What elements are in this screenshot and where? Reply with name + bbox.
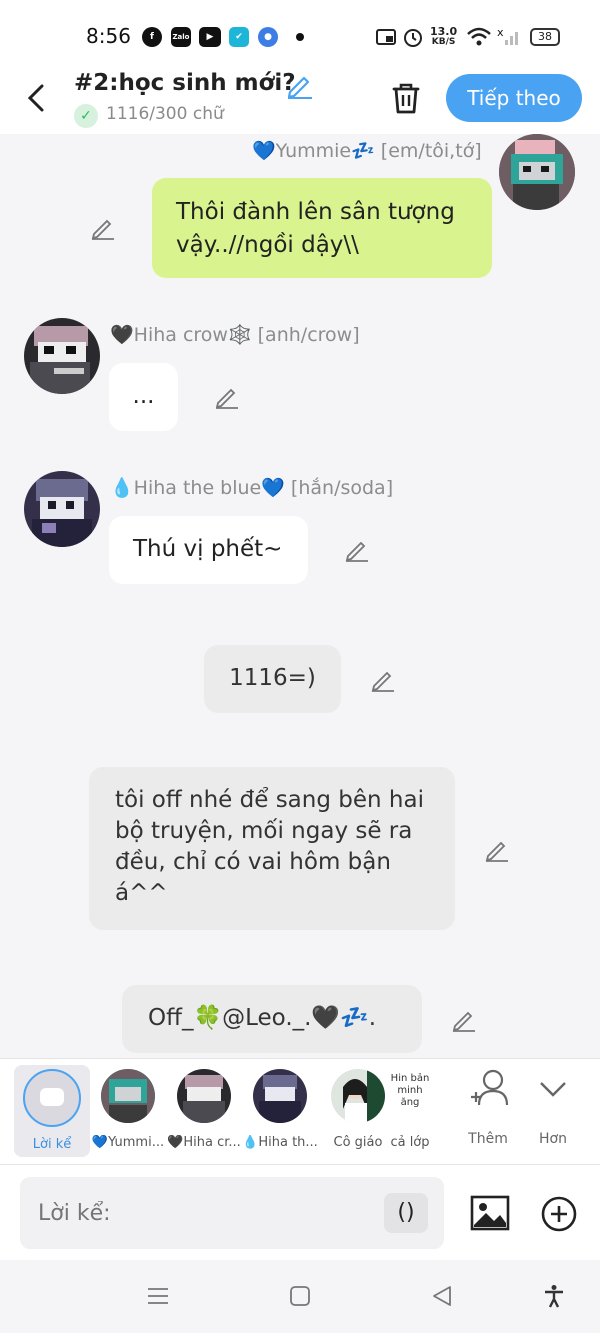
message-text: tôi off nhé để sang bên hai bộ truyện, m… bbox=[115, 787, 424, 906]
parentheses-button[interactable]: () bbox=[384, 1193, 428, 1233]
message-text: Thôi đành lên sân tượng vậy..//ngồi dậy\… bbox=[176, 199, 455, 258]
avatar-yummie-small bbox=[101, 1069, 155, 1123]
page-title: #2:học sinh mới? bbox=[74, 70, 296, 96]
narration-bubble[interactable]: tôi off nhé để sang bên hai bộ truyện, m… bbox=[89, 767, 455, 930]
plus-circle-icon[interactable] bbox=[540, 1195, 578, 1233]
character-class[interactable]: Hin bản minh ăng cả lớp bbox=[380, 1069, 440, 1150]
avatar bbox=[177, 1069, 231, 1123]
narration-input[interactable] bbox=[20, 1177, 444, 1249]
zalo-icon: Zalo bbox=[171, 27, 191, 47]
character-yummie[interactable]: 💙Yummi... bbox=[88, 1069, 168, 1150]
edit-icon[interactable] bbox=[214, 383, 240, 409]
header: #2:học sinh mới? ✓ 1116/300 chữ Tiếp the… bbox=[0, 60, 600, 134]
edit-icon[interactable] bbox=[344, 536, 370, 562]
battery-indicator: 38 bbox=[530, 28, 560, 46]
status-time: 8:56 bbox=[86, 24, 131, 48]
edit-icon[interactable] bbox=[451, 1006, 477, 1032]
add-user-icon bbox=[471, 1069, 509, 1106]
wifi-icon bbox=[467, 27, 491, 46]
edit-icon[interactable] bbox=[484, 836, 510, 862]
edit-title-icon[interactable] bbox=[284, 70, 314, 100]
speaker-name: 💙Yummie💤 [em/tôi,tớ] bbox=[252, 140, 482, 162]
message-bubble[interactable]: Thôi đành lên sân tượng vậy..//ngồi dậy\… bbox=[152, 178, 492, 278]
add-label: Thêm bbox=[468, 1131, 508, 1147]
image-icon[interactable] bbox=[470, 1195, 510, 1231]
avatar bbox=[101, 1069, 155, 1123]
avatar-blue-small bbox=[253, 1069, 307, 1123]
narration-bubble[interactable]: 1116=) bbox=[204, 645, 341, 713]
avatar[interactable] bbox=[24, 318, 100, 394]
message-text: Thú vị phết~ bbox=[133, 536, 283, 562]
signal-mark: x bbox=[497, 26, 504, 39]
youtube-icon: ▶ bbox=[199, 27, 221, 47]
composer-bar: () bbox=[0, 1164, 600, 1260]
avatar-crow-small bbox=[177, 1069, 231, 1123]
character-label: 💧Hiha th... bbox=[242, 1135, 318, 1150]
notification-dot bbox=[296, 33, 304, 41]
message-bubble[interactable]: Thú vị phết~ bbox=[109, 516, 308, 584]
message-text: 1116=) bbox=[229, 665, 316, 691]
accessibility-icon[interactable] bbox=[542, 1284, 566, 1308]
browser-icon: ● bbox=[258, 27, 278, 47]
avatar bbox=[253, 1069, 307, 1123]
chevron-left-icon bbox=[27, 84, 44, 112]
message-text: Off_🍀@Leo._.🖤💤. bbox=[148, 1005, 377, 1031]
back-nav-icon[interactable] bbox=[430, 1284, 454, 1308]
back-button[interactable] bbox=[24, 78, 54, 118]
narrator-icon bbox=[23, 1069, 81, 1127]
character-narrator[interactable]: Lời kể bbox=[14, 1065, 90, 1157]
character-label: Lời kể bbox=[32, 1137, 72, 1152]
edit-icon[interactable] bbox=[370, 666, 396, 692]
message-text: ... bbox=[132, 383, 155, 409]
class-thumbnail: Hin bản minh ăng bbox=[390, 1073, 430, 1108]
next-button[interactable]: Tiếp theo bbox=[446, 74, 582, 122]
system-nav-bar bbox=[0, 1260, 600, 1333]
message-bubble[interactable]: ... bbox=[109, 363, 178, 431]
chevron-down-icon bbox=[540, 1082, 566, 1097]
edit-icon[interactable] bbox=[90, 214, 116, 240]
avatar-crow bbox=[24, 318, 100, 394]
more-label: Hơn bbox=[539, 1131, 567, 1147]
character-label: cả lớp bbox=[390, 1135, 430, 1150]
trash-icon[interactable] bbox=[386, 78, 426, 118]
character-bar: Lời kể 💙Yummi... 🖤Hiha cr... 💧Hiha th...… bbox=[0, 1058, 600, 1164]
character-blue[interactable]: 💧Hiha th... bbox=[240, 1069, 320, 1150]
speaker-name: 🖤Hiha crow🕸️ [anh/crow] bbox=[110, 324, 360, 346]
character-crow[interactable]: 🖤Hiha cr... bbox=[164, 1069, 244, 1150]
home-icon[interactable] bbox=[288, 1284, 312, 1308]
avatar[interactable] bbox=[24, 471, 100, 547]
more-button[interactable]: Hơn bbox=[528, 1067, 578, 1147]
character-label: 🖤Hiha cr... bbox=[167, 1135, 241, 1150]
avatar-yummie bbox=[499, 134, 575, 210]
menu-icon[interactable] bbox=[146, 1284, 170, 1308]
check-app-icon: ✔ bbox=[229, 27, 249, 47]
avatar-blue bbox=[24, 471, 100, 547]
character-label: 💙Yummi... bbox=[91, 1135, 165, 1150]
avatar[interactable] bbox=[499, 134, 575, 210]
net-speed: 13.0 KB/S bbox=[430, 25, 458, 47]
avatar-teacher bbox=[331, 1069, 385, 1123]
alarm-icon bbox=[404, 29, 422, 47]
avatar bbox=[331, 1069, 385, 1123]
narration-bubble[interactable]: Off_🍀@Leo._.🖤💤. bbox=[122, 985, 422, 1053]
facebook-icon: f bbox=[142, 27, 162, 47]
hotspot-icon bbox=[376, 29, 396, 45]
word-count: 1116/300 chữ bbox=[106, 104, 224, 124]
speaker-name: 💧Hiha the blue💙 [hắn/soda] bbox=[110, 477, 394, 499]
check-icon: ✓ bbox=[74, 104, 98, 128]
signal-icon bbox=[505, 32, 518, 45]
add-character-button[interactable]: Thêm bbox=[460, 1067, 516, 1147]
